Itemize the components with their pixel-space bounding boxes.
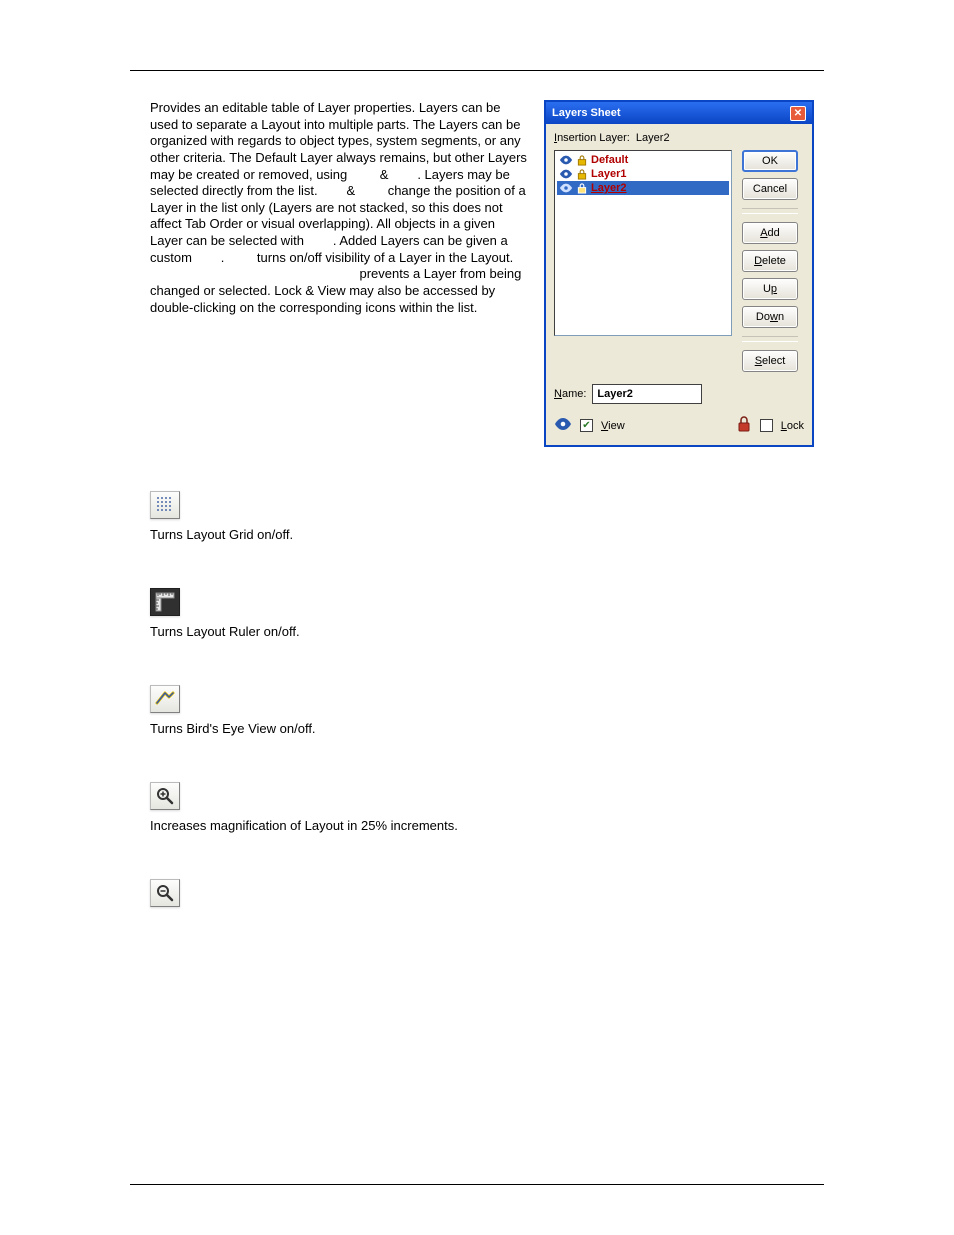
delete-button[interactable]: Delete	[742, 250, 798, 272]
ruler-icon	[150, 588, 180, 616]
list-item-label: Layer1	[591, 168, 626, 180]
view-checkbox[interactable]	[580, 419, 593, 432]
separator	[742, 336, 798, 342]
ok-button[interactable]: OK	[742, 150, 798, 172]
footer-rule	[130, 1184, 824, 1185]
down-button[interactable]: Down	[742, 306, 798, 328]
list-item[interactable]: Layer1	[557, 167, 729, 181]
grid-icon	[150, 491, 180, 519]
layers-listbox[interactable]: Default Layer1 Layer	[554, 150, 732, 336]
up-button[interactable]: Up	[742, 278, 798, 300]
zoom-in-description: Increases magnification of Layout in 25%…	[150, 818, 824, 835]
grid-description: Turns Layout Grid on/off.	[150, 527, 824, 544]
eye-icon	[554, 418, 572, 433]
eye-icon	[559, 182, 573, 194]
lock-icon	[576, 154, 588, 166]
dialog-titlebar: Layers Sheet ✕	[546, 102, 812, 124]
view-checkbox-label: View	[601, 420, 625, 432]
birds-eye-icon	[150, 685, 180, 713]
name-label: Name:	[554, 388, 586, 400]
zoom-in-icon	[150, 782, 180, 810]
eye-icon	[559, 168, 573, 180]
add-button[interactable]: Add	[742, 222, 798, 244]
list-item[interactable]: Default	[557, 153, 729, 167]
insertion-layer-label: IInsertion Layer: Layer2nsertion Layer: …	[554, 132, 804, 144]
close-icon[interactable]: ✕	[790, 106, 806, 121]
lock-icon	[576, 182, 588, 194]
lock-icon	[736, 416, 752, 435]
separator	[742, 208, 798, 214]
list-item-label: Default	[591, 154, 628, 166]
select-button[interactable]: Select	[742, 350, 798, 372]
lock-icon	[576, 168, 588, 180]
dialog-title: Layers Sheet	[552, 107, 620, 119]
birds-eye-description: Turns Bird's Eye View on/off.	[150, 721, 824, 738]
cancel-button[interactable]: Cancel	[742, 178, 798, 200]
lock-checkbox-label: Lock	[781, 420, 804, 432]
list-item-label: Layer2	[591, 182, 626, 194]
ruler-description: Turns Layout Ruler on/off.	[150, 624, 824, 641]
eye-icon	[559, 154, 573, 166]
name-field[interactable]	[592, 384, 702, 404]
layers-description: Provides an editable table of Layer prop…	[150, 100, 527, 315]
lock-checkbox[interactable]	[760, 419, 773, 432]
list-item[interactable]: Layer2	[557, 181, 729, 195]
zoom-out-icon	[150, 879, 180, 907]
layers-sheet-dialog: Layers Sheet ✕ IInsertion Layer: Layer2n…	[544, 100, 814, 447]
